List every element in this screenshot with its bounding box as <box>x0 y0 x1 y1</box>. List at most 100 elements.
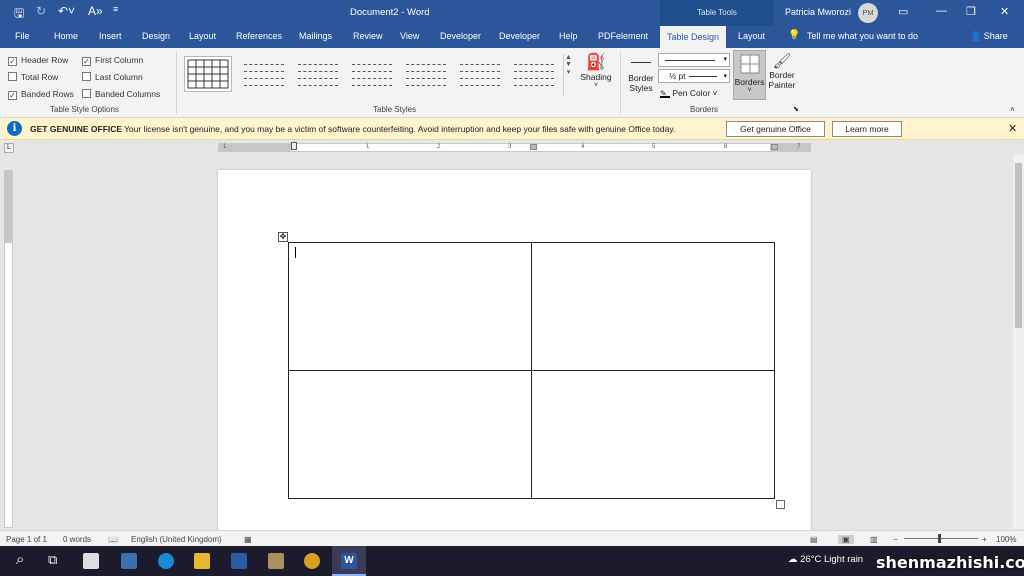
chevron-down-icon: ▾ <box>723 56 727 63</box>
indent-marker[interactable] <box>291 142 297 150</box>
gallery-scroll[interactable]: ▲ ▼ ▾ <box>563 54 573 96</box>
table-cell[interactable] <box>531 242 775 371</box>
tab-view[interactable]: View <box>400 31 419 41</box>
border-painter-button[interactable]: 🖌 Border Painter <box>767 52 797 90</box>
tab-home[interactable]: Home <box>54 31 78 41</box>
word-taskbar-button[interactable]: W <box>332 546 366 576</box>
gallery-more-icon[interactable]: ▾ <box>564 68 573 76</box>
horizontal-ruler[interactable]: 1 1 2 3 4 5 6 7 <box>218 142 811 152</box>
web-layout-icon[interactable]: ▥ <box>870 535 878 544</box>
table-style-grid-selected[interactable] <box>184 56 232 92</box>
column-marker[interactable] <box>530 144 537 150</box>
edge-icon[interactable] <box>158 553 174 569</box>
table-style-option[interactable] <box>402 56 450 92</box>
word-count[interactable]: 0 words <box>63 535 91 544</box>
restore-icon[interactable]: ❐ <box>966 5 976 18</box>
table-style-option[interactable] <box>510 56 558 92</box>
close-icon[interactable]: ✕ <box>1000 5 1009 18</box>
tab-review[interactable]: Review <box>353 31 383 41</box>
tab-selector[interactable]: L <box>4 143 14 153</box>
zoom-in-icon[interactable]: + <box>982 535 987 544</box>
print-layout-icon[interactable]: ▣ <box>838 535 854 544</box>
close-icon[interactable]: ✕ <box>1008 122 1017 135</box>
pen-weight-dropdown[interactable]: ½ pt ▾ <box>658 69 730 83</box>
zoom-slider-thumb[interactable] <box>938 534 941 543</box>
table-cell[interactable] <box>531 370 775 499</box>
tab-table-design[interactable]: Table Design <box>660 26 726 48</box>
table-style-option[interactable] <box>294 56 342 92</box>
table-style-option[interactable] <box>240 56 288 92</box>
minimize-icon[interactable]: — <box>936 5 947 17</box>
table-cell[interactable] <box>288 242 532 371</box>
ruler-number: 6 <box>724 144 728 150</box>
undo-icon[interactable]: ↶˅ <box>58 4 75 18</box>
pen-color-button[interactable]: ✎ Pen Color ˅ <box>660 88 718 98</box>
app-icon[interactable] <box>231 553 247 569</box>
mail-icon[interactable] <box>121 553 137 569</box>
document-table[interactable] <box>288 242 775 499</box>
zoom-out-icon[interactable]: − <box>893 535 898 544</box>
tab-layout[interactable]: Layout <box>189 31 216 41</box>
borders-button[interactable]: Borders ˅ <box>733 50 766 100</box>
tab-insert[interactable]: Insert <box>99 31 122 41</box>
first-column-checkbox[interactable]: ✓ First Column <box>82 55 143 66</box>
tab-file[interactable]: File <box>15 31 30 41</box>
table-style-option[interactable] <box>456 56 504 92</box>
task-view-icon[interactable]: ⧉ <box>48 552 57 568</box>
ribbon-display-icon[interactable]: ▭ <box>898 5 908 18</box>
save-icon[interactable]: 🖫 <box>14 4 24 25</box>
dialog-launcher-icon[interactable]: ⬊ <box>793 105 799 113</box>
collapse-ribbon-icon[interactable]: ˄ <box>1010 105 1015 114</box>
document-page[interactable]: ✥ <box>218 170 811 530</box>
tell-me-search[interactable]: Tell me what you want to do <box>807 31 918 41</box>
banded-columns-checkbox[interactable]: Banded Columns <box>82 89 160 99</box>
border-styles-button[interactable]: Border Styles <box>625 56 657 93</box>
language[interactable]: English (United Kingdom) <box>131 535 222 544</box>
vertical-ruler[interactable] <box>4 170 13 528</box>
last-column-checkbox[interactable]: Last Column <box>82 72 143 82</box>
autosave-icon[interactable]: ↻ <box>36 4 46 18</box>
table-cell[interactable] <box>288 370 532 499</box>
weather-widget[interactable]: ☁ 26°C Light rain <box>788 554 863 565</box>
banded-rows-checkbox[interactable]: ✓ Banded Rows <box>8 89 74 100</box>
chevron-down-icon[interactable]: ▼ <box>564 61 573 68</box>
user-name[interactable]: Patricia Mworozi <box>785 7 851 17</box>
read-mode-icon[interactable]: ▤ <box>810 535 818 544</box>
pen-weight-preview <box>689 76 717 77</box>
tab-mailings[interactable]: Mailings <box>299 31 332 41</box>
tab-developer[interactable]: Developer <box>440 31 481 41</box>
chrome-icon[interactable] <box>304 553 320 569</box>
table-move-handle-icon[interactable]: ✥ <box>278 232 288 242</box>
scrollbar-thumb[interactable] <box>1015 163 1022 328</box>
file-explorer-icon[interactable] <box>194 553 210 569</box>
table-resize-handle[interactable] <box>776 500 785 509</box>
tab-references[interactable]: References <box>236 31 282 41</box>
vertical-scrollbar[interactable] <box>1013 155 1024 529</box>
total-row-checkbox[interactable]: Total Row <box>8 72 58 82</box>
line-style-dropdown[interactable]: ▾ <box>658 53 730 67</box>
tab-table-layout[interactable]: Layout <box>738 31 765 41</box>
tab-design[interactable]: Design <box>142 31 170 41</box>
read-aloud-icon[interactable]: A» <box>88 4 103 18</box>
customize-qat-icon[interactable]: ≡ <box>113 4 118 14</box>
tab-pdfelement[interactable]: PDFelement <box>598 31 648 41</box>
learn-more-button[interactable]: Learn more <box>832 121 902 137</box>
tab-help[interactable]: Help <box>559 31 578 41</box>
zoom-level[interactable]: 100% <box>996 535 1016 544</box>
store-icon[interactable] <box>83 553 99 569</box>
page-count[interactable]: Page 1 of 1 <box>6 535 47 544</box>
header-row-checkbox[interactable]: ✓ Header Row <box>8 55 68 66</box>
tab-developer-2[interactable]: Developer <box>499 31 540 41</box>
share-button[interactable]: 👤 Share <box>970 31 1008 42</box>
chevron-up-icon[interactable]: ▲ <box>564 54 573 61</box>
proofing-icon[interactable]: 📖 <box>108 535 118 544</box>
table-style-option[interactable] <box>348 56 396 92</box>
accessibility-icon[interactable]: ▦ <box>244 535 252 544</box>
search-icon[interactable]: ⌕ <box>16 551 24 568</box>
shading-button[interactable]: ⛽ Shading ˅ <box>578 52 614 102</box>
zoom-slider[interactable] <box>904 538 978 539</box>
get-genuine-office-button[interactable]: Get genuine Office <box>726 121 825 137</box>
avatar[interactable]: PM <box>858 3 878 23</box>
column-marker[interactable] <box>771 144 778 150</box>
app-icon[interactable] <box>268 553 284 569</box>
